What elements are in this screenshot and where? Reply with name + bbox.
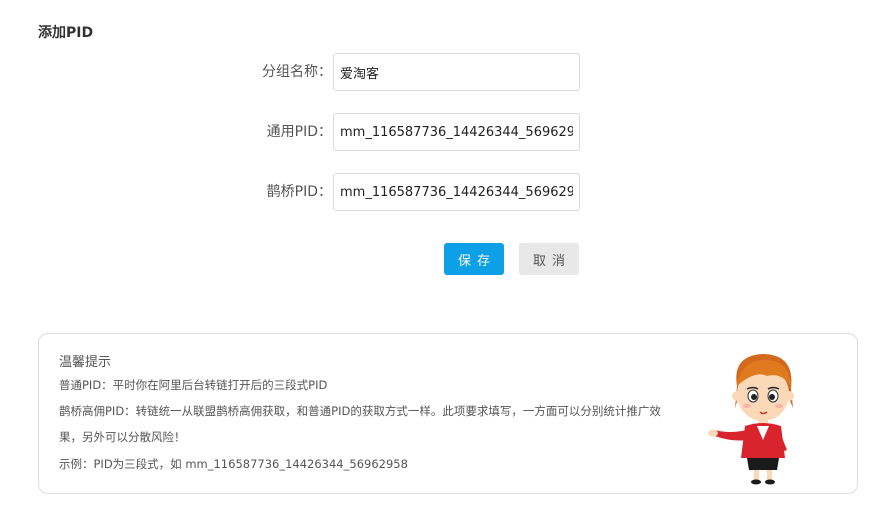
group-name-input[interactable]: [333, 53, 580, 91]
tips-line-queqiao-pid: 鹊桥高佣PID：转链统一从联盟鹊桥高佣获取，和普通PID的获取方式一样。此项要求…: [59, 404, 661, 444]
tips-line-common-pid: 普通PID：平时你在阿里后台转链打开后的三段式PID: [59, 378, 328, 392]
tips-panel: 温馨提示 普通PID：平时你在阿里后台转链打开后的三段式PID 鹊桥高佣PID：…: [38, 333, 858, 494]
queqiao-pid-row: 鹊桥PID：: [0, 173, 888, 211]
common-pid-label: 通用PID：: [266, 124, 332, 140]
group-name-row: 分组名称：: [0, 53, 888, 91]
add-pid-page: 添加PID 分组名称： 通用PID： 鹊桥PID： 保存 取消 温馨提示 普通P…: [0, 0, 888, 512]
page-title: 添加PID: [38, 25, 94, 41]
save-button[interactable]: 保存: [444, 243, 504, 275]
cancel-button[interactable]: 取消: [519, 243, 579, 275]
tips-line-example: 示例：PID为三段式，如 mm_116587736_14426344_56962…: [59, 457, 408, 471]
group-name-label: 分组名称：: [262, 64, 332, 80]
tips-title: 温馨提示: [59, 355, 112, 370]
common-pid-input[interactable]: [333, 113, 580, 151]
common-pid-row: 通用PID：: [0, 113, 888, 151]
queqiao-pid-label: 鹊桥PID：: [266, 184, 332, 200]
mascot-girl-illustration: [708, 354, 794, 485]
queqiao-pid-input[interactable]: [333, 173, 580, 211]
